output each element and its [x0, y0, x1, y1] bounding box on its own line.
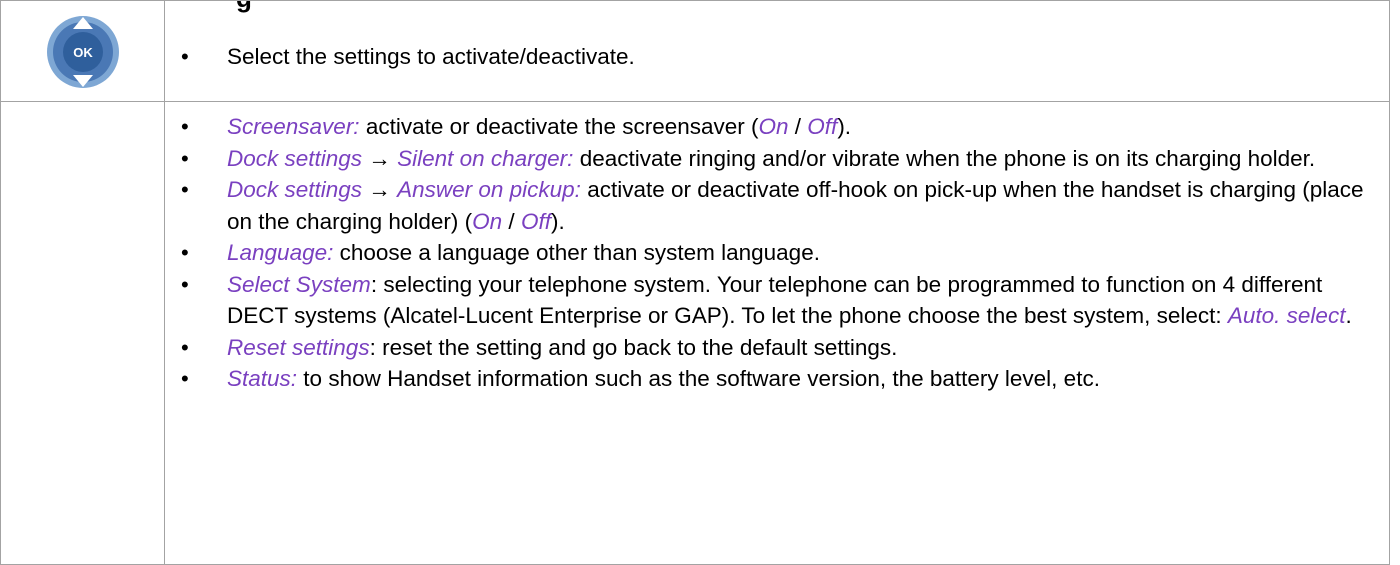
icon-cell: OK [0, 0, 165, 102]
table-row: OK Select the settings to activate/deact… [0, 0, 1390, 102]
bullet-list: Screensaver: activate or deactivate the … [165, 102, 1389, 395]
off-option: Off [520, 208, 551, 234]
bullet-list: Select the settings to activate/deactiva… [165, 1, 1389, 73]
silent-on-charger-label: Silent on charger: [397, 145, 574, 171]
list-item-language: Language: choose a language other than s… [165, 237, 1389, 269]
language-label: Language: [227, 240, 334, 265]
empty-icon-cell [0, 101, 165, 565]
on-option: On [758, 114, 789, 139]
answer-on-pickup-label: Answer on pickup: [397, 177, 581, 202]
ok-label: OK [73, 45, 93, 60]
reset-settings-label: Reset settings [227, 334, 370, 360]
list-item: Select the settings to activate/deactiva… [165, 41, 1389, 73]
screensaver-label: Screensaver: [227, 114, 360, 139]
list-item-silent-on-charger: Dock settings → Silent on charger: deact… [165, 143, 1389, 175]
table-row: Screensaver: activate or deactivate the … [0, 101, 1390, 565]
content-cell: Select the settings to activate/deactiva… [164, 0, 1390, 102]
ok-navigation-key-icon: OK [47, 16, 119, 88]
list-item-reset-settings: Reset settings: reset the setting and go… [165, 332, 1389, 364]
auto-select-option: Auto. select [1227, 303, 1346, 328]
dock-settings-label: Dock settings [227, 177, 363, 202]
status-label: Status: [227, 366, 298, 391]
list-item-select-system: Select System: selecting your telephone … [165, 269, 1389, 332]
on-option: On [472, 208, 503, 234]
off-option: Off [807, 114, 838, 139]
right-arrow-icon: → [362, 145, 398, 171]
list-item-answer-on-pickup: Dock settings → Answer on pickup: activa… [165, 174, 1389, 237]
dock-settings-label: Dock settings [227, 145, 363, 171]
right-arrow-icon: → [362, 177, 398, 202]
content-cell: Screensaver: activate or deactivate the … [164, 101, 1390, 565]
list-item-status: Status: to show Handset information such… [165, 363, 1389, 395]
select-system-label: Select System [227, 271, 371, 297]
list-item-screensaver: Screensaver: activate or deactivate the … [165, 111, 1389, 143]
settings-table: OK Select the settings to activate/deact… [0, 0, 1390, 565]
